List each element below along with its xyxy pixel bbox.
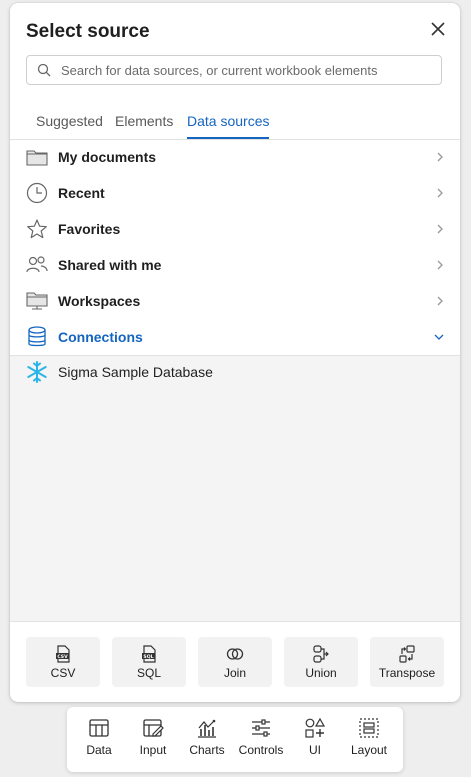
source-item-workspaces[interactable]: Workspaces — [10, 283, 460, 319]
people-icon — [26, 254, 48, 276]
csv-button[interactable]: CSV CSV — [26, 637, 100, 687]
connection-item-sigma-sample-database[interactable]: Sigma Sample Database — [10, 356, 460, 388]
toolbar-ui-label: UI — [309, 743, 321, 757]
sql-file-icon: SQL — [140, 644, 158, 663]
toolbar-ui-button[interactable]: UI — [288, 717, 342, 765]
sql-button[interactable]: SQL SQL — [112, 637, 186, 687]
source-item-my-documents[interactable]: My documents — [10, 139, 460, 175]
union-button[interactable]: Union — [284, 637, 358, 687]
join-button[interactable]: Join — [198, 637, 272, 687]
join-button-label: Join — [223, 665, 246, 680]
database-icon — [26, 326, 48, 348]
search-field[interactable] — [26, 55, 442, 85]
source-item-label: My documents — [58, 149, 157, 165]
toolbar-data-button[interactable]: Data — [72, 717, 126, 765]
csv-file-icon: CSV — [54, 644, 72, 663]
bottom-toolbar: Data Input Charts Controls UI Layout — [67, 707, 403, 772]
tab-elements[interactable]: Elements — [115, 113, 173, 139]
toolbar-layout-button[interactable]: Layout — [342, 717, 396, 765]
transpose-button[interactable]: Transpose — [370, 637, 444, 687]
svg-text:CSV: CSV — [57, 653, 68, 659]
sliders-icon — [250, 717, 272, 739]
svg-text:SQL: SQL — [143, 653, 153, 659]
select-source-dialog: Select source Suggested Elements Data so… — [10, 3, 460, 702]
connection-item-label: Sigma Sample Database — [58, 364, 213, 380]
table-icon — [88, 717, 110, 739]
sql-button-label: SQL — [136, 665, 161, 680]
chevron-right-icon — [436, 223, 446, 235]
union-button-label: Union — [305, 665, 337, 680]
toolbar-charts-label: Charts — [189, 743, 225, 757]
toolbar-input-button[interactable]: Input — [126, 717, 180, 765]
search-input[interactable] — [59, 61, 441, 79]
source-item-label: Favorites — [58, 221, 121, 237]
chevron-right-icon — [436, 295, 446, 307]
chevron-right-icon — [436, 187, 446, 199]
layout-icon — [358, 717, 380, 739]
toolbar-controls-button[interactable]: Controls — [234, 717, 288, 765]
source-item-recent[interactable]: Recent — [10, 175, 460, 211]
union-icon — [312, 644, 330, 663]
toolbar-controls-label: Controls — [238, 743, 284, 757]
star-icon — [26, 218, 48, 240]
join-icon — [226, 645, 244, 663]
chevron-right-icon — [436, 151, 446, 163]
source-item-shared-with-me[interactable]: Shared with me — [10, 247, 460, 283]
source-item-label: Shared with me — [58, 257, 162, 273]
dialog-title: Select source — [26, 21, 150, 42]
transpose-icon — [398, 644, 416, 663]
workspace-icon — [26, 290, 48, 312]
tab-data-sources[interactable]: Data sources — [187, 113, 270, 139]
chevron-right-icon — [436, 259, 446, 271]
source-item-connections[interactable]: Connections — [10, 319, 460, 355]
shapes-icon — [304, 717, 326, 739]
csv-button-label: CSV — [50, 665, 76, 680]
close-icon[interactable] — [426, 17, 450, 41]
toolbar-charts-button[interactable]: Charts — [180, 717, 234, 765]
source-list: My documents Recent Favorites Shared wit… — [10, 139, 460, 355]
folder-icon — [26, 146, 48, 168]
snowflake-icon — [26, 361, 48, 383]
search-icon — [37, 63, 51, 77]
connections-list: Sigma Sample Database — [10, 355, 460, 622]
chart-icon — [196, 717, 218, 739]
source-item-label: Recent — [58, 185, 105, 201]
source-item-label: Connections — [58, 329, 143, 345]
clock-icon — [26, 182, 48, 204]
action-buttons: CSV CSV SQL SQL Join Union Transpose — [26, 637, 446, 687]
tab-suggested[interactable]: Suggested — [36, 113, 103, 139]
toolbar-input-label: Input — [139, 743, 167, 757]
input-icon — [142, 717, 164, 739]
toolbar-data-label: Data — [86, 743, 112, 757]
source-tabs: Suggested Elements Data sources — [10, 107, 460, 140]
toolbar-layout-label: Layout — [350, 743, 388, 757]
transpose-button-label: Transpose — [378, 665, 436, 680]
source-item-favorites[interactable]: Favorites — [10, 211, 460, 247]
source-item-label: Workspaces — [58, 293, 141, 309]
chevron-down-icon — [434, 333, 446, 341]
